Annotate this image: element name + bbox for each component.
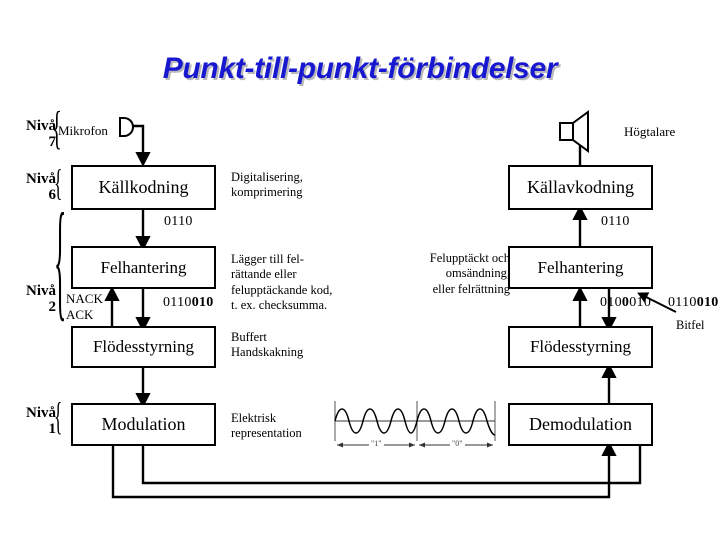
bits-left-mid-bold: 010 [191,295,214,310]
level-6-num: 6 [48,186,57,203]
bitfel-label: Bitfel [676,318,705,332]
bits-rm-a-post: 010 [629,295,652,310]
speaker-label: Högtalare [624,124,676,139]
microphone-label: Mikrofon [58,123,108,138]
bits-right-top: 0110 [601,214,630,229]
waveform-svg [334,401,496,448]
level-2-num: 2 [48,298,57,315]
bits-left-top: 0110 [164,214,193,229]
note-level-6: Digitalisering, komprimering [231,170,303,200]
diagram-canvas: Punkt-till-punkt-förbindelser Mikrofon H… [0,0,720,540]
box-felhantering-right[interactable]: Felhantering [508,246,653,289]
ack-label: ACK [66,307,94,323]
bits-rm-b-bold: 010 [696,295,719,310]
level-label-1: Nivå 1 [8,405,57,438]
box-flodesstyrning-right[interactable]: Flödesstyrning [508,326,653,368]
microphone-icon [119,117,134,137]
bits-right-mid-received: 0100010 [600,295,651,311]
box-modulation[interactable]: Modulation [71,403,216,446]
bits-left-mid: 0110010 [163,295,214,311]
note-level-2-error: Lägger till fel- rättande eller felupptä… [231,252,333,312]
nack-label: NACK [66,291,103,306]
box-flodesstyrning-left[interactable]: Flödesstyrning [71,326,216,368]
level-1-word: Nivå [26,405,56,421]
brace-level-2: { [54,189,67,335]
bits-rm-b-plain: 0110 [668,295,697,310]
bits-rm-a-pre: 010 [600,295,622,310]
waveform-symbol-0: "0" [450,439,465,448]
level-2-word: Nivå [26,283,56,299]
level-7-word: Nivå [26,118,56,134]
waveform-panel: "1" "0" [331,399,499,454]
level-1-num: 1 [48,420,57,437]
waveform-symbol-1: "1" [369,439,384,448]
level-label-6: Nivå 6 [8,171,57,204]
level-6-word: Nivå [26,171,56,187]
level-label-2: Nivå 2 [8,283,57,316]
box-demodulation[interactable]: Demodulation [508,403,653,446]
box-felhantering-left[interactable]: Felhantering [71,246,216,289]
speaker-icon [559,110,589,153]
note-level-2-flow: Buffert Handskakning [231,330,304,360]
note-level-1: Elektrisk representation [231,411,302,441]
box-kallavkodning[interactable]: Källavkodning [508,165,653,210]
note-level-2-right: Felupptäckt och omsändning, eller felrät… [429,251,510,296]
level-label-7: Nivå 7 [10,118,57,151]
level-7-num: 7 [48,133,57,150]
bits-right-mid-corrected: 0110010 [668,295,719,311]
ack-nack-labels: NACK ACK [66,291,103,324]
box-kallkodning[interactable]: Källkodning [71,165,216,210]
brace-level-7: { [52,104,62,156]
brace-level-1: { [54,393,63,439]
bits-left-mid-plain: 0110 [163,295,192,310]
